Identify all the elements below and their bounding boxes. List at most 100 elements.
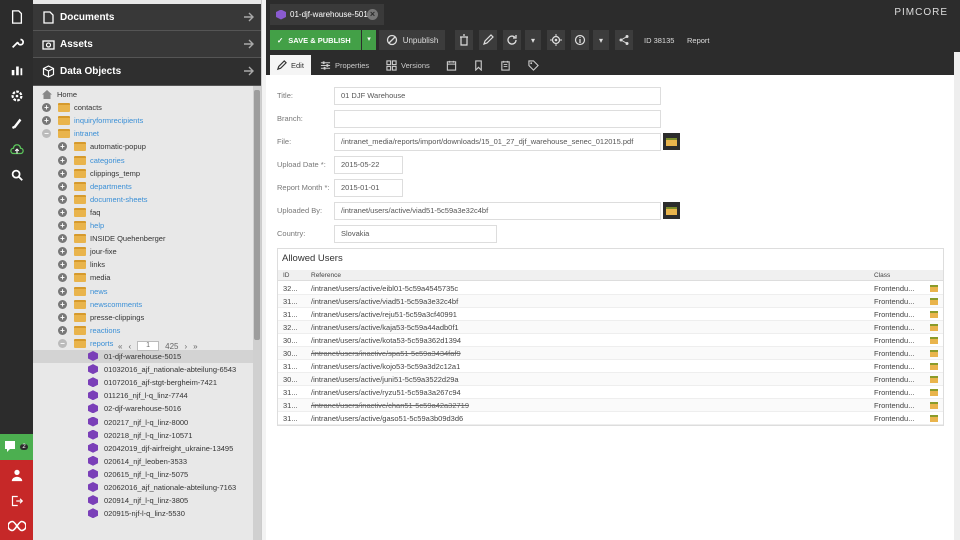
- table-row[interactable]: 32... /intranet/users/active/kaja53-5c59a…: [278, 321, 943, 334]
- tab-schedule[interactable]: [440, 55, 464, 75]
- tree-object-item[interactable]: 01072016_ajf-stgt-bergheim-7421: [33, 376, 253, 389]
- expand-icon[interactable]: +: [58, 312, 67, 322]
- title-input[interactable]: 01 DJF Warehouse: [334, 87, 661, 105]
- table-row[interactable]: 31... /intranet/users/active/kojo53-5c59a…: [278, 360, 943, 373]
- table-row[interactable]: 30... /intranet/users/active/juni51-5c59a…: [278, 373, 943, 386]
- tree-folder-item[interactable]: + media: [33, 271, 253, 284]
- column-reference[interactable]: Reference: [311, 272, 341, 279]
- branch-input[interactable]: [334, 110, 661, 128]
- tree-folder-item[interactable]: + document-sheets: [33, 193, 253, 206]
- open-object-icon[interactable]: [930, 363, 938, 370]
- cloud-icon[interactable]: [0, 137, 33, 163]
- tree-folder-item[interactable]: + news: [33, 285, 253, 298]
- tab-versions[interactable]: Versions: [380, 55, 436, 75]
- tree-folder-item[interactable]: + faq: [33, 206, 253, 219]
- chart-icon[interactable]: [0, 57, 33, 83]
- tree-object-item[interactable]: 01032016_ajf_nationale-abteilung-6543: [33, 363, 253, 376]
- accordion-data-objects[interactable]: Data Objects: [33, 58, 261, 86]
- open-object-icon[interactable]: [930, 285, 938, 292]
- tree-folder-item[interactable]: + jour-fixe: [33, 245, 253, 258]
- file-input[interactable]: /intranet_media/reports/import/downloads…: [334, 133, 661, 151]
- table-row[interactable]: 32... /intranet/users/active/eibl01-5c59a…: [278, 282, 943, 295]
- table-row[interactable]: 31... /intranet/users/active/viad51-5c59a…: [278, 295, 943, 308]
- pager-last-icon[interactable]: »: [193, 342, 197, 351]
- expand-icon[interactable]: +: [58, 299, 67, 309]
- table-row[interactable]: 30... /intranet/users/active/kota53-5c59a…: [278, 334, 943, 347]
- info-button[interactable]: [571, 30, 589, 50]
- open-object-icon[interactable]: [930, 298, 938, 305]
- marketing-icon[interactable]: [0, 110, 33, 136]
- arrow-right-icon[interactable]: [243, 38, 255, 50]
- open-object-icon[interactable]: [930, 324, 938, 331]
- tree-object-item[interactable]: 02042019_djf-airfreight_ukraine-13495: [33, 442, 253, 455]
- arrow-right-icon[interactable]: [243, 65, 255, 77]
- tree-folder-item[interactable]: + categories: [33, 154, 253, 167]
- gear-icon[interactable]: [0, 83, 33, 109]
- logout-icon[interactable]: [0, 488, 33, 514]
- table-row[interactable]: 31... /intranet/users/active/reju51-5c59a…: [278, 308, 943, 321]
- expand-icon[interactable]: +: [58, 168, 67, 178]
- expand-icon[interactable]: +: [58, 207, 67, 217]
- object-id-text[interactable]: ID 38135: [644, 36, 674, 45]
- open-object-icon[interactable]: [930, 389, 938, 396]
- tab-tags[interactable]: [522, 55, 546, 75]
- upload-date-input[interactable]: 2015-05-22: [334, 156, 403, 174]
- expand-icon[interactable]: +: [42, 116, 51, 126]
- expand-icon[interactable]: +: [58, 260, 67, 270]
- locate-button[interactable]: [547, 30, 565, 50]
- expand-icon[interactable]: +: [42, 103, 51, 113]
- tree-folder-item[interactable]: + contacts: [33, 101, 253, 114]
- collapse-icon[interactable]: −: [58, 338, 67, 348]
- wrench-icon[interactable]: [0, 30, 33, 56]
- tab-object[interactable]: 01-djf-warehouse-5015 ×: [270, 4, 384, 25]
- pager-next-icon[interactable]: ›: [184, 342, 187, 351]
- share-button[interactable]: [615, 30, 633, 50]
- column-id[interactable]: ID: [283, 272, 290, 279]
- tab-bookmark[interactable]: [467, 55, 491, 75]
- rename-button[interactable]: [479, 30, 497, 50]
- arrow-right-icon[interactable]: [243, 11, 255, 23]
- table-row[interactable]: 31... /intranet/users/inactive/chan51-5c5…: [278, 399, 943, 412]
- open-object-icon[interactable]: [930, 376, 938, 383]
- expand-icon[interactable]: +: [58, 286, 67, 296]
- tree-folder-item[interactable]: + reactions: [33, 324, 253, 337]
- tree-scrollbar[interactable]: [253, 86, 261, 540]
- accordion-assets[interactable]: Assets: [33, 31, 261, 58]
- collapse-icon[interactable]: −: [42, 129, 51, 139]
- info-dropdown-button[interactable]: ▾: [593, 30, 609, 50]
- delete-button[interactable]: [455, 30, 473, 50]
- main-scrollbar[interactable]: [954, 52, 960, 540]
- open-object-icon[interactable]: [930, 350, 938, 357]
- tree-folder-item[interactable]: + INSIDE Quehenberger: [33, 232, 253, 245]
- open-object-icon[interactable]: [930, 311, 938, 318]
- tree-object-item[interactable]: 020915-njf-l-q_linz-5530: [33, 507, 253, 520]
- report-month-input[interactable]: 2015-01-01: [334, 179, 403, 197]
- search-icon[interactable]: [0, 162, 33, 188]
- open-object-icon[interactable]: [930, 415, 938, 422]
- close-icon[interactable]: ×: [367, 9, 378, 20]
- tree-object-item[interactable]: 02-djf-warehouse-5016: [33, 402, 253, 415]
- tree-folder-item[interactable]: − intranet: [33, 127, 253, 140]
- expand-icon[interactable]: +: [58, 247, 67, 257]
- open-object-icon[interactable]: [930, 337, 938, 344]
- tree-folder-item[interactable]: + presse-clippings: [33, 311, 253, 324]
- tree-home-item[interactable]: Home: [33, 88, 253, 101]
- tree-folder-item[interactable]: + inquiryformrecipients: [33, 114, 253, 127]
- tab-edit[interactable]: Edit: [270, 55, 311, 75]
- chat-icon[interactable]: 2: [0, 434, 33, 460]
- tree-folder-item[interactable]: + automatic-popup: [33, 140, 253, 153]
- save-publish-button[interactable]: ✓ SAVE & PUBLISH: [270, 30, 361, 50]
- tree-folder-item[interactable]: + clippings_temp: [33, 167, 253, 180]
- country-select[interactable]: Slovakia: [334, 225, 497, 243]
- column-class[interactable]: Class: [874, 272, 890, 279]
- pager-prev-icon[interactable]: ‹: [128, 342, 131, 351]
- reload-dropdown-button[interactable]: ▾: [525, 30, 541, 50]
- tree-object-item[interactable]: 011216_njf_l-q_linz-7744: [33, 389, 253, 402]
- tree-object-item[interactable]: 020217_njf_l-q_linz-8000: [33, 416, 253, 429]
- tab-properties[interactable]: Properties: [314, 55, 374, 75]
- expand-icon[interactable]: +: [58, 273, 67, 283]
- save-dropdown-button[interactable]: ▾: [362, 30, 376, 50]
- reload-button[interactable]: [503, 30, 521, 50]
- tree-object-item[interactable]: 020914_njf_l-q_linz-3805: [33, 494, 253, 507]
- tree-folder-item[interactable]: + departments: [33, 180, 253, 193]
